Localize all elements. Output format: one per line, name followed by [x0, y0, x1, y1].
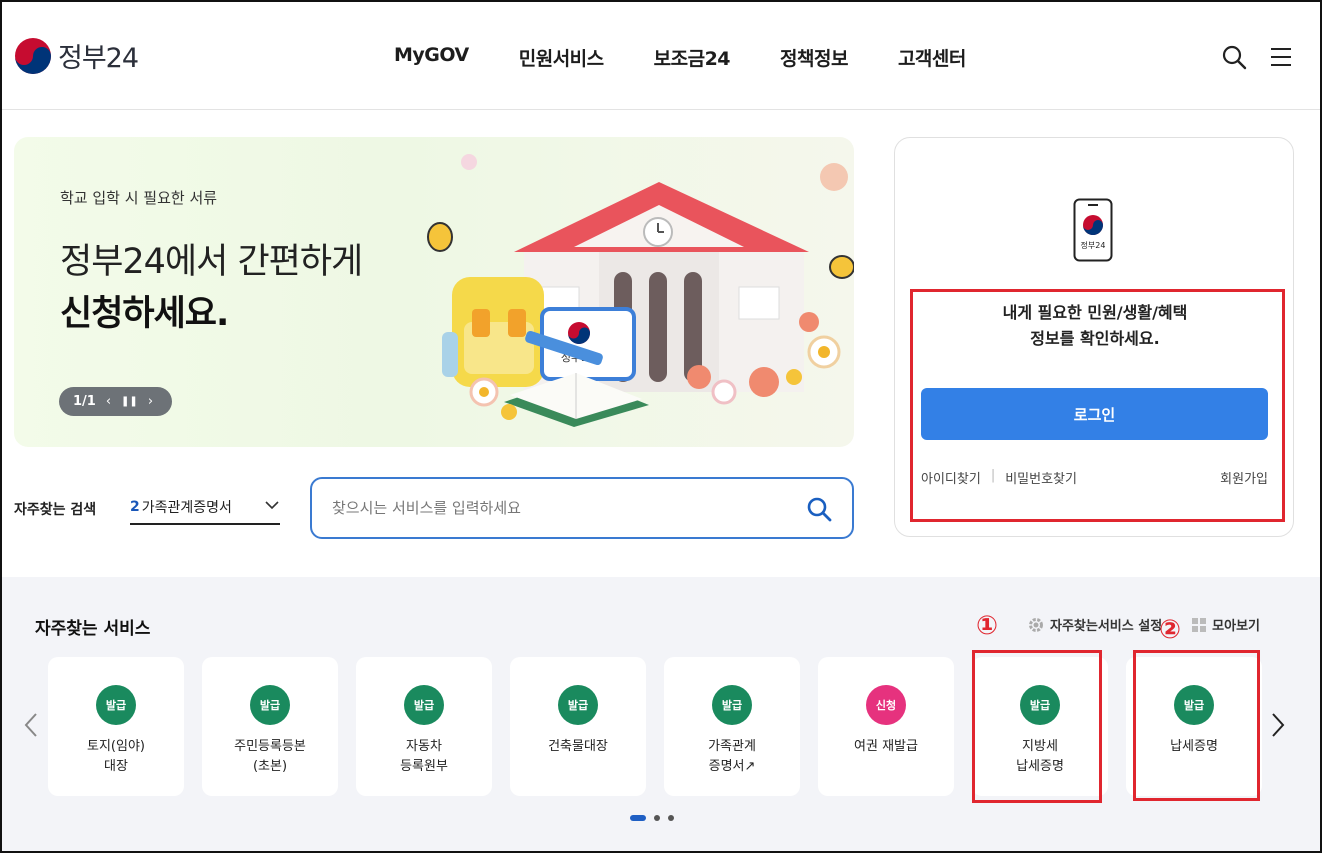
annotation-mark-2: ② — [1159, 615, 1182, 645]
service-search-box — [310, 477, 854, 539]
next-arrow-icon[interactable]: › — [148, 394, 153, 409]
main-nav: MyGOV 민원서비스 보조금24 정책정보 고객센터 — [394, 44, 966, 71]
service-name: 건축물대장 — [548, 739, 608, 754]
service-name: 지방세 납세증명 — [1016, 739, 1064, 774]
login-message: 내게 필요한 민원/생활/혜택 정보를 확인하세요. — [895, 300, 1295, 352]
service-card[interactable]: 발급건축물대장 — [510, 657, 646, 796]
service-type-badge: 신청 — [866, 685, 906, 725]
view-all-label: 모아보기 — [1212, 619, 1261, 634]
login-button[interactable]: 로그인 — [921, 388, 1268, 440]
service-settings-button[interactable]: 자주찾는서비스 설정 — [1028, 615, 1162, 634]
frequent-search-rank: 2 — [130, 499, 140, 515]
service-name: 여권 재발급 — [854, 739, 918, 754]
service-name: 자동차 등록원부 — [400, 739, 448, 774]
service-type-badge: 발급 — [558, 685, 598, 725]
carousel-prev-icon[interactable] — [22, 711, 40, 739]
phone-label: 정부24 — [1080, 241, 1106, 250]
frequent-services-section: 자주찾는 서비스 자주찾는서비스 설정 모아보기 ① ② 발급토지(임야) 대장… — [2, 577, 1320, 851]
menu-icon[interactable] — [1268, 44, 1294, 70]
service-type-badge: 발급 — [96, 685, 136, 725]
nav-civil-service[interactable]: 민원서비스 — [519, 44, 604, 71]
promo-banner[interactable]: 학교 입학 시 필요한 서류 정부24에서 간편하게 신청하세요. 1/1 ‹ … — [14, 137, 854, 447]
carousel-next-icon[interactable] — [1269, 711, 1287, 739]
carousel-pagination — [630, 815, 674, 821]
service-name: 주민등록등본 (초본) — [234, 739, 306, 774]
services-tools: 자주찾는서비스 설정 모아보기 — [1028, 615, 1260, 634]
service-type-badge: 발급 — [712, 685, 752, 725]
view-all-button[interactable]: 모아보기 — [1192, 615, 1260, 634]
service-search-input[interactable] — [332, 495, 782, 521]
login-message-line2: 정보를 확인하세요. — [1030, 329, 1160, 348]
logo-text: 정부24 — [58, 43, 139, 74]
prev-arrow-icon[interactable]: ‹ — [106, 394, 111, 409]
pagination-dot-3[interactable] — [668, 815, 674, 821]
service-cards: 발급 토지(임야) 대장 발급 주민등록등본 (초본) 발급 자동차 등록원부 발급 건축물대… — [48, 657, 1262, 796]
pagination-dot-2[interactable] — [654, 815, 660, 821]
search-submit-icon[interactable] — [806, 496, 832, 522]
chevron-down-icon — [265, 501, 279, 510]
service-card[interactable]: 발급가족관계 증명서↗ — [664, 657, 800, 796]
service-card[interactable]: 발급납세증명 — [1126, 657, 1262, 796]
site-header: 정부24 MyGOV 민원서비스 보조금24 정책정보 고객센터 — [2, 2, 1320, 110]
grid-icon — [1192, 617, 1207, 632]
service-type-badge: 발급 — [250, 685, 290, 725]
service-name: 토지(임야) 대장 — [87, 739, 145, 774]
service-type-badge: 발급 — [1020, 685, 1060, 725]
gov24-logo[interactable]: 정부24 — [14, 36, 139, 75]
taegeuk-logo-icon — [15, 37, 51, 74]
banner-kicker: 학교 입학 시 필요한 서류 — [60, 189, 218, 207]
pause-icon[interactable]: ❚❚ — [121, 396, 138, 407]
login-message-line1: 내게 필요한 민원/생활/혜택 — [1002, 303, 1188, 322]
school-illustration: 정부24 — [427, 154, 854, 427]
find-password-link[interactable]: 비밀번호찾기 — [1005, 468, 1077, 487]
login-links: 아이디찾기 | 비밀번호찾기 회원가입 — [921, 468, 1268, 487]
service-type-badge: 발급 — [1174, 685, 1214, 725]
annotation-mark-1: ① — [976, 611, 999, 641]
gear-icon — [1029, 617, 1043, 632]
service-name: 가족관계 증명서↗ — [708, 739, 756, 774]
search-row: 자주찾는 검색 2 가족관계증명서 — [14, 477, 854, 539]
banner-controls: 1/1 ‹ ❚❚ › — [59, 387, 172, 416]
frequent-search-value: 가족관계증명서 — [141, 500, 232, 516]
service-type-badge: 발급 — [404, 685, 444, 725]
frequent-search-label: 자주찾는 검색 — [14, 502, 97, 518]
mobile-phone-icon: 정부24 — [1073, 198, 1113, 262]
banner-page-indicator: 1/1 — [73, 394, 96, 409]
service-card[interactable]: 발급자동차 등록원부 — [356, 657, 492, 796]
service-card[interactable]: 발급지방세 납세증명 — [972, 657, 1108, 796]
frequent-search-dropdown[interactable]: 2 가족관계증명서 — [130, 491, 280, 525]
service-name: 납세증명 — [1170, 739, 1218, 754]
pagination-dot-1[interactable] — [630, 815, 646, 821]
login-panel: 정부24 내게 필요한 민원/생활/혜택 정보를 확인하세요. 로그인 아이디찾… — [894, 137, 1294, 537]
frequent-services-title: 자주찾는 서비스 — [35, 619, 151, 639]
nav-mygov[interactable]: MyGOV — [394, 44, 469, 71]
nav-customer-center[interactable]: 고객센터 — [898, 44, 966, 71]
link-divider: | — [990, 468, 996, 483]
nav-subsidy24[interactable]: 보조금24 — [654, 44, 731, 71]
service-card[interactable]: 신청여권 재발급 — [818, 657, 954, 796]
service-card[interactable]: 발급주민등록등본 (초본) — [202, 657, 338, 796]
search-icon[interactable] — [1221, 44, 1247, 70]
banner-title-line2: 신청하세요. — [60, 294, 229, 334]
service-card[interactable]: 발급토지(임야) 대장 — [48, 657, 184, 796]
banner-title-line1: 정부24에서 간편하게 — [60, 242, 363, 282]
find-id-link[interactable]: 아이디찾기 — [921, 468, 981, 487]
nav-policy-info[interactable]: 정책정보 — [780, 44, 848, 71]
signup-link[interactable]: 회원가입 — [1220, 468, 1268, 487]
service-settings-label: 자주찾는서비스 설정 — [1050, 619, 1163, 634]
